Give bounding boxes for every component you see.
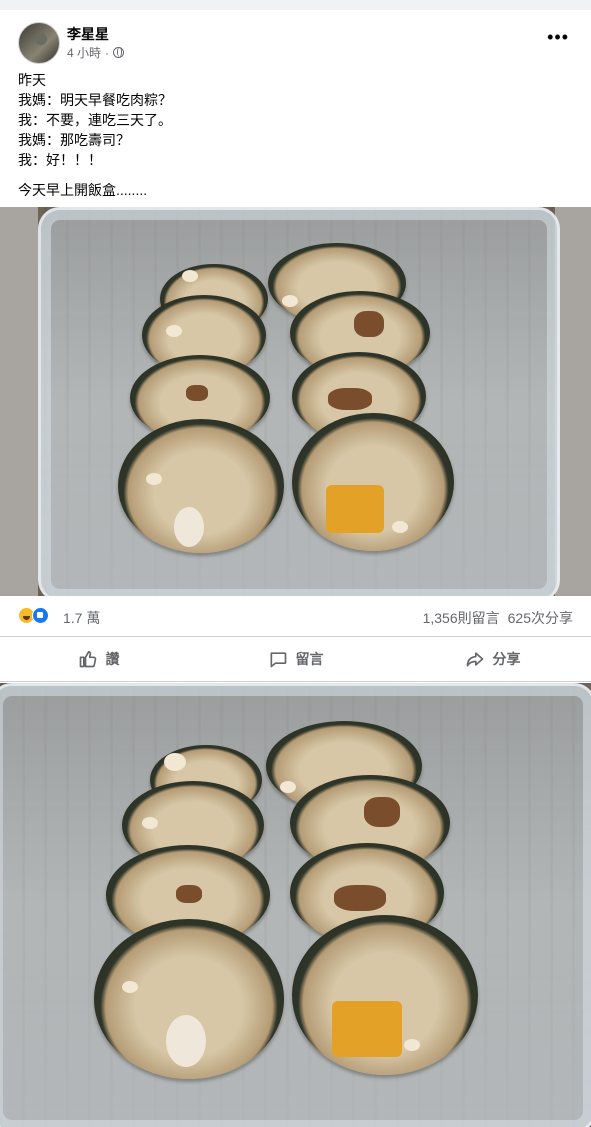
share-label: 分享 xyxy=(492,651,521,667)
comment-icon xyxy=(268,649,288,669)
post-text: 昨天 我媽：明天早餐吃肉粽？ 我：不要，連吃三天了。 我媽：那吃壽司？ 我：好！… xyxy=(18,70,172,200)
post-line: 我媽：明天早餐吃肉粽？ xyxy=(18,92,172,108)
separator-dot: · xyxy=(105,45,110,60)
like-icon xyxy=(78,649,98,669)
like-reaction-icon xyxy=(32,607,49,624)
author-name[interactable]: 李星星 xyxy=(67,24,109,44)
post-line: 我媽：那吃壽司？ xyxy=(18,132,130,148)
post-line: 我：好！！！ xyxy=(18,152,102,168)
share-icon xyxy=(465,649,485,669)
reactions-bar: 1.7 萬 1,356則留言 625次分享 xyxy=(0,596,591,637)
like-label: 讚 xyxy=(105,651,120,667)
comment-count[interactable]: 1,356則留言 xyxy=(423,608,500,628)
engagement-counts: 1,356則留言 625次分享 xyxy=(423,608,573,628)
post-photo[interactable] xyxy=(0,207,591,596)
post-header: 李星星 4 小時 · ••• xyxy=(0,10,591,66)
post-line: 昨天 xyxy=(18,72,46,88)
more-options-icon[interactable]: ••• xyxy=(547,28,569,46)
action-bar: 讚 留言 分享 xyxy=(0,637,591,682)
post-time[interactable]: 4 小時 xyxy=(67,44,101,61)
globe-icon xyxy=(113,47,125,58)
reaction-icons[interactable] xyxy=(18,607,58,625)
post-photo-enlarged[interactable] xyxy=(0,683,591,1127)
like-button[interactable]: 讚 xyxy=(0,637,197,681)
avatar[interactable] xyxy=(18,22,60,64)
post-meta: 4 小時 · xyxy=(67,44,125,61)
reaction-count[interactable]: 1.7 萬 xyxy=(63,608,100,628)
share-button[interactable]: 分享 xyxy=(394,637,591,681)
top-spacer xyxy=(0,0,591,10)
comment-button[interactable]: 留言 xyxy=(197,637,394,681)
share-count[interactable]: 625次分享 xyxy=(508,608,573,628)
post-line: 我：不要，連吃三天了。 xyxy=(18,112,172,128)
post-line: 今天早上開飯盒........ xyxy=(18,182,148,198)
comment-label: 留言 xyxy=(295,651,324,667)
